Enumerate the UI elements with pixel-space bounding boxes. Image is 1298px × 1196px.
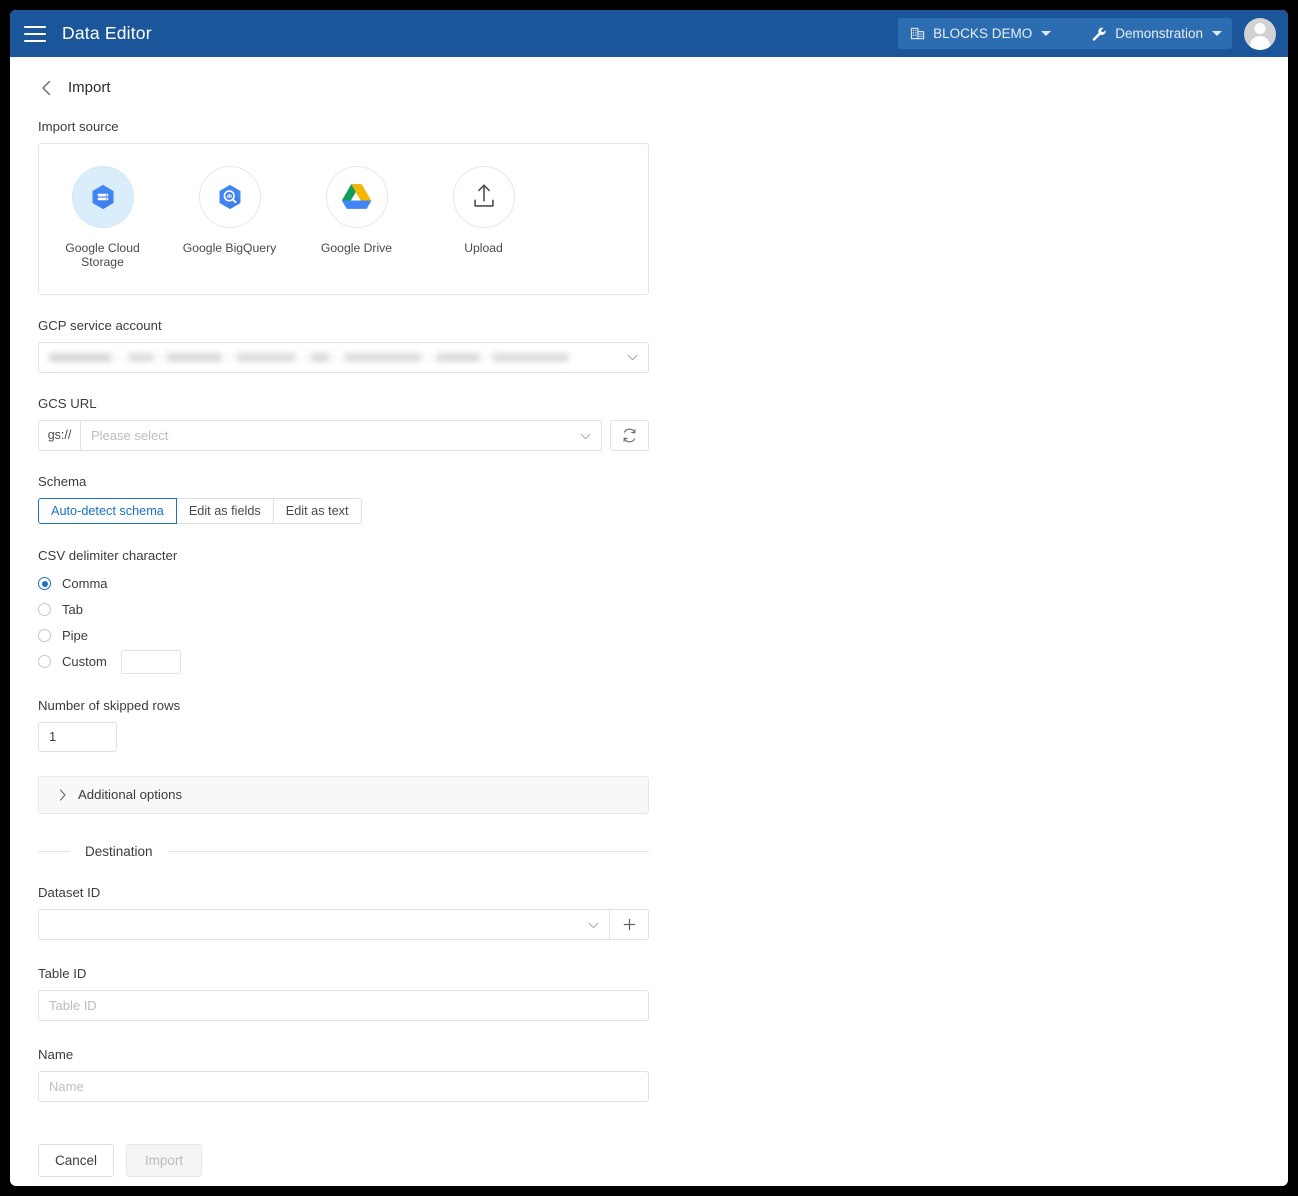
header-right: BLOCKS DEMO Demonstration <box>898 17 1276 50</box>
radio-custom[interactable] <box>38 655 51 669</box>
chevron-down-icon <box>627 354 638 361</box>
source-option-upload[interactable]: Upload <box>420 166 547 270</box>
add-dataset-button[interactable] <box>610 908 649 940</box>
source-label: Upload <box>464 241 503 255</box>
table-id-label: Table ID <box>38 965 87 981</box>
google-cloud-storage-icon <box>92 184 113 210</box>
skipped-rows-label: Number of skipped rows <box>38 697 181 713</box>
divider-dash-right <box>167 850 649 852</box>
page-body: Import Import source Google Cloud Storag… <box>10 57 1288 1186</box>
page-title: Import <box>68 79 111 96</box>
source-circle <box>71 166 134 228</box>
chevron-down-icon <box>1041 31 1052 36</box>
destination-section-label: Destination <box>85 843 153 859</box>
schema-label: Schema <box>38 473 87 489</box>
source-option-google-drive[interactable]: Google Drive <box>293 166 420 270</box>
delimiter-option-pipe[interactable]: Pipe <box>38 624 710 648</box>
delimiter-option-label: Comma <box>62 576 108 592</box>
import-source-panel: Google Cloud Storage Google BigQuery Goo… <box>38 143 649 295</box>
page-header: Import <box>10 57 1288 99</box>
schema-tabs: Auto-detect schema Edit as fields Edit a… <box>38 497 710 524</box>
import-source-label: Import source <box>38 119 119 134</box>
import-form: Import source Google Cloud Storage Googl… <box>10 99 710 1186</box>
app-window: Data Editor BLOCKS DEMO Demonstration Im… <box>10 10 1288 1186</box>
avatar-body <box>1250 35 1270 50</box>
divider-dash-left <box>38 850 70 852</box>
radio-tab[interactable] <box>38 603 51 617</box>
upload-icon <box>473 184 494 207</box>
service-account-label: GCP service account <box>38 317 162 333</box>
gcs-url-placeholder: Please select <box>91 427 169 443</box>
tab-edit-as-fields[interactable]: Edit as fields <box>175 497 274 524</box>
gcs-url-label: GCS URL <box>38 395 97 411</box>
app-title: Data Editor <box>62 23 152 43</box>
source-option-google-cloud-storage[interactable]: Google Cloud Storage <box>39 166 166 270</box>
delimiter-label: CSV delimiter character <box>38 547 178 563</box>
chevron-down-icon <box>588 917 599 932</box>
name-input[interactable]: Name <box>38 1070 649 1102</box>
delimiter-option-tab[interactable]: Tab <box>38 598 710 622</box>
breadcrumb: BLOCKS DEMO Demonstration <box>898 18 1232 49</box>
tab-edit-as-text[interactable]: Edit as text <box>272 497 362 524</box>
custom-delimiter-input[interactable] <box>120 649 181 674</box>
gcs-url-refresh-button[interactable] <box>610 419 649 451</box>
gcs-url-row: gs:// Please select <box>38 419 649 451</box>
cancel-button[interactable]: Cancel <box>38 1143 115 1177</box>
source-option-google-bigquery[interactable]: Google BigQuery <box>166 166 293 270</box>
service-account-redacted-value <box>49 352 569 362</box>
import-button[interactable]: Import <box>126 1143 203 1177</box>
source-label: Google BigQuery <box>182 241 277 255</box>
chevron-right-icon <box>59 789 67 801</box>
source-circle <box>325 166 388 228</box>
radio-pipe[interactable] <box>38 629 51 643</box>
delimiter-option-label: Custom <box>62 654 107 670</box>
additional-options-accordion[interactable]: Additional options <box>38 775 649 814</box>
dataset-id-label: Dataset ID <box>38 884 101 900</box>
table-id-placeholder: Table ID <box>49 997 97 1013</box>
name-label: Name <box>38 1046 74 1062</box>
gcs-url-select[interactable]: Please select <box>80 419 602 451</box>
delimiter-option-custom[interactable]: Custom <box>38 649 710 674</box>
service-account-select[interactable] <box>38 341 649 373</box>
source-circle <box>452 166 515 228</box>
refresh-icon <box>623 428 636 443</box>
additional-options-label: Additional options <box>78 787 183 803</box>
name-placeholder: Name <box>49 1078 84 1094</box>
breadcrumb-environment-label: Demonstration <box>1115 26 1203 41</box>
wrench-icon <box>1091 26 1107 42</box>
breadcrumb-project[interactable]: BLOCKS DEMO <box>898 18 1085 49</box>
delimiter-option-label: Pipe <box>62 628 89 644</box>
delimiter-option-label: Tab <box>62 602 83 618</box>
breadcrumb-environment[interactable]: Demonstration <box>1069 18 1232 49</box>
plus-icon <box>623 918 635 931</box>
chevron-down-icon <box>580 428 591 443</box>
form-actions: Cancel Import <box>38 1143 710 1186</box>
tab-auto-detect-schema[interactable]: Auto-detect schema <box>38 497 177 524</box>
source-label: Google Cloud Storage <box>65 241 140 270</box>
google-drive-icon <box>341 184 372 209</box>
breadcrumb-project-label: BLOCKS DEMO <box>933 26 1033 41</box>
dataset-id-select[interactable] <box>38 908 610 940</box>
source-circle <box>198 166 261 228</box>
dataset-id-row <box>38 908 649 940</box>
google-bigquery-icon <box>219 184 240 210</box>
gcs-url-prefix: gs:// <box>38 419 80 451</box>
skipped-rows-input[interactable]: 1 <box>38 721 117 752</box>
delimiter-option-comma[interactable]: Comma <box>38 572 710 596</box>
table-id-input[interactable]: Table ID <box>38 989 649 1021</box>
chevron-down-icon <box>1212 31 1222 36</box>
radio-comma[interactable] <box>38 577 51 591</box>
chevron-left-icon[interactable] <box>38 80 54 96</box>
source-label: Google Drive <box>320 241 393 255</box>
destination-divider: Destination <box>38 844 649 859</box>
app-header: Data Editor BLOCKS DEMO Demonstration <box>10 10 1288 57</box>
hamburger-icon[interactable] <box>24 25 46 42</box>
avatar-head <box>1254 22 1266 34</box>
building-icon <box>910 26 925 41</box>
avatar[interactable] <box>1244 17 1276 50</box>
